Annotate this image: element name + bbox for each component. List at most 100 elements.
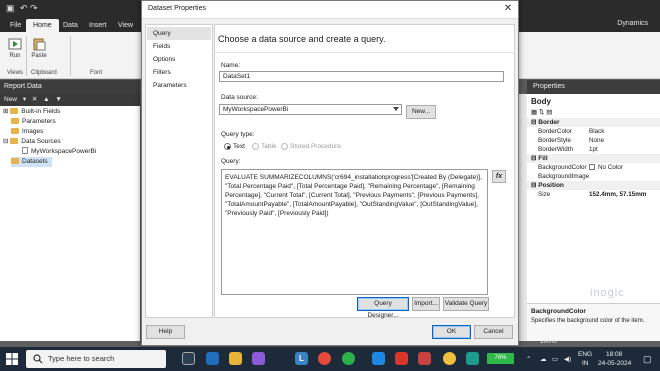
- edge-browser-icon[interactable]: [206, 352, 219, 365]
- new-datasource-button[interactable]: New...: [406, 105, 436, 119]
- task-view-icon[interactable]: [182, 352, 195, 365]
- dialog-nav: Query Fields Options Filters Parameters: [145, 24, 213, 318]
- group-label-views: Views: [7, 70, 23, 76]
- radio-table-label: Table: [261, 143, 277, 150]
- property-pages-icon[interactable]: ▤: [546, 109, 552, 116]
- undo-icon[interactable]: ↶: [20, 3, 28, 14]
- datasource-icon: [22, 147, 28, 154]
- taskbar-search[interactable]: Type here to search: [26, 350, 166, 368]
- zoom-level[interactable]: 100%: [540, 338, 557, 345]
- nav-query[interactable]: Query: [147, 27, 211, 40]
- expression-button[interactable]: fx: [492, 170, 506, 183]
- collapse-icon[interactable]: ⊟: [3, 138, 8, 145]
- pdf-app-icon[interactable]: [395, 352, 408, 365]
- tree-item-datasets[interactable]: Datasets: [11, 157, 52, 167]
- import-button[interactable]: Import...: [412, 297, 440, 311]
- cancel-button[interactable]: Cancel: [474, 325, 513, 339]
- prop-row-border-color[interactable]: BorderColor Black: [527, 127, 660, 136]
- new-menu-button[interactable]: New: [4, 96, 17, 103]
- nav-parameters[interactable]: Parameters: [147, 79, 211, 92]
- heading-divider: [214, 52, 515, 53]
- prop-row-background-color[interactable]: BackgroundColor No Color: [527, 163, 660, 172]
- tray-chevron-icon[interactable]: ⌃: [526, 355, 531, 363]
- nav-fields[interactable]: Fields: [147, 40, 211, 53]
- color-swatch-icon: [589, 164, 595, 170]
- prop-value-text: No Color: [598, 164, 623, 171]
- alphabetical-icon[interactable]: ⇅: [539, 109, 544, 116]
- chrome-profile-icon[interactable]: [342, 352, 355, 365]
- datasource-label: Data source:: [221, 94, 258, 101]
- tree-item-data-sources[interactable]: ⊟ Data Sources: [3, 137, 61, 147]
- ok-button[interactable]: OK: [432, 325, 471, 339]
- tab-insert[interactable]: Insert: [82, 19, 114, 32]
- clock-date[interactable]: 24-05-2024: [598, 360, 631, 367]
- prop-key: BorderColor: [538, 128, 572, 135]
- run-button[interactable]: Run: [6, 37, 24, 59]
- datasource-select[interactable]: MyWorkspacePowerBi: [219, 104, 402, 115]
- expand-icon[interactable]: ⊞: [3, 108, 8, 115]
- prop-value: 1pt: [589, 146, 598, 153]
- visual-studio-icon[interactable]: [252, 352, 265, 365]
- properties-header: Properties: [527, 80, 660, 94]
- language-top[interactable]: ENG: [578, 351, 592, 358]
- nav-options[interactable]: Options: [147, 53, 211, 66]
- dropdown-icon[interactable]: ▾: [23, 96, 26, 103]
- dialog-title-bar: Dataset Properties ✕: [142, 1, 518, 19]
- onedrive-icon[interactable]: ☁: [540, 355, 547, 363]
- help-button[interactable]: Help: [146, 325, 185, 339]
- battery-indicator[interactable]: 76%: [487, 353, 514, 364]
- tree-item-parameters[interactable]: Parameters: [11, 117, 56, 127]
- tab-view[interactable]: View: [111, 19, 140, 32]
- tree-item-builtin[interactable]: ⊞ Built-in Fields: [3, 107, 60, 117]
- radio-text[interactable]: [224, 143, 231, 150]
- network-icon[interactable]: ▭: [552, 355, 558, 363]
- language-bottom[interactable]: IN: [582, 360, 589, 367]
- categorized-icon[interactable]: ▦: [531, 109, 537, 116]
- clock-time[interactable]: 18:08: [606, 351, 622, 358]
- move-up-icon[interactable]: ▲: [43, 96, 49, 103]
- tree-label: Parameters: [22, 118, 56, 125]
- paste-label: Paste: [31, 53, 47, 59]
- tree-item-images[interactable]: Images: [11, 127, 43, 137]
- delete-icon[interactable]: ✕: [32, 96, 37, 103]
- tree-label: MyWorkspacePowerBi: [31, 148, 97, 155]
- power-bi-icon[interactable]: [466, 352, 479, 365]
- chrome-icon[interactable]: [318, 352, 331, 365]
- validate-query-button[interactable]: Validate Query: [443, 297, 489, 311]
- tab-home[interactable]: Home: [26, 19, 59, 32]
- folder-icon: [10, 108, 19, 114]
- query-textarea[interactable]: EVALUATE SUMMARIZECOLUMNS('cr694_install…: [221, 169, 488, 295]
- tab-file[interactable]: File: [3, 19, 28, 32]
- tab-data[interactable]: Data: [56, 19, 85, 32]
- nav-filters[interactable]: Filters: [147, 66, 211, 79]
- notifications-icon[interactable]: ▢: [643, 354, 652, 365]
- windows-start-icon[interactable]: [6, 353, 18, 365]
- radio-table[interactable]: [252, 143, 259, 150]
- prop-row-background-image[interactable]: BackgroundImage: [527, 172, 660, 181]
- tree-item-datasource[interactable]: MyWorkspacePowerBi: [22, 147, 96, 157]
- category-position[interactable]: ⊟ Position: [527, 181, 660, 190]
- prop-row-size[interactable]: Size 152.4mm, 57.15mm: [527, 190, 660, 199]
- search-placeholder: Type here to search: [48, 354, 115, 363]
- app-icon[interactable]: [418, 352, 431, 365]
- radio-stored-procedure[interactable]: [281, 143, 288, 150]
- prop-row-border-style[interactable]: BorderStyle None: [527, 136, 660, 145]
- category-border[interactable]: ⊟ Border: [527, 118, 660, 127]
- close-icon[interactable]: ✕: [502, 3, 514, 15]
- folder-icon: [11, 128, 19, 134]
- description-title: BackgroundColor: [531, 308, 586, 315]
- volume-icon[interactable]: ◀): [564, 355, 571, 363]
- prop-key: BorderStyle: [538, 137, 571, 144]
- query-designer-button[interactable]: Query Designer...: [357, 297, 409, 319]
- file-explorer-icon[interactable]: [229, 352, 242, 365]
- paste-button[interactable]: Paste: [30, 37, 48, 59]
- redo-icon[interactable]: ↷: [30, 3, 38, 14]
- group-label-clipboard: Clipboard: [31, 70, 57, 76]
- browser-canary-icon[interactable]: [443, 352, 456, 365]
- lync-icon[interactable]: L: [295, 352, 308, 365]
- name-input[interactable]: DataSet1: [219, 71, 504, 82]
- prop-row-border-width[interactable]: BorderWidth 1pt: [527, 145, 660, 154]
- category-fill[interactable]: ⊟ Fill: [527, 154, 660, 163]
- move-down-icon[interactable]: ▼: [55, 96, 61, 103]
- notes-app-icon[interactable]: [372, 352, 385, 365]
